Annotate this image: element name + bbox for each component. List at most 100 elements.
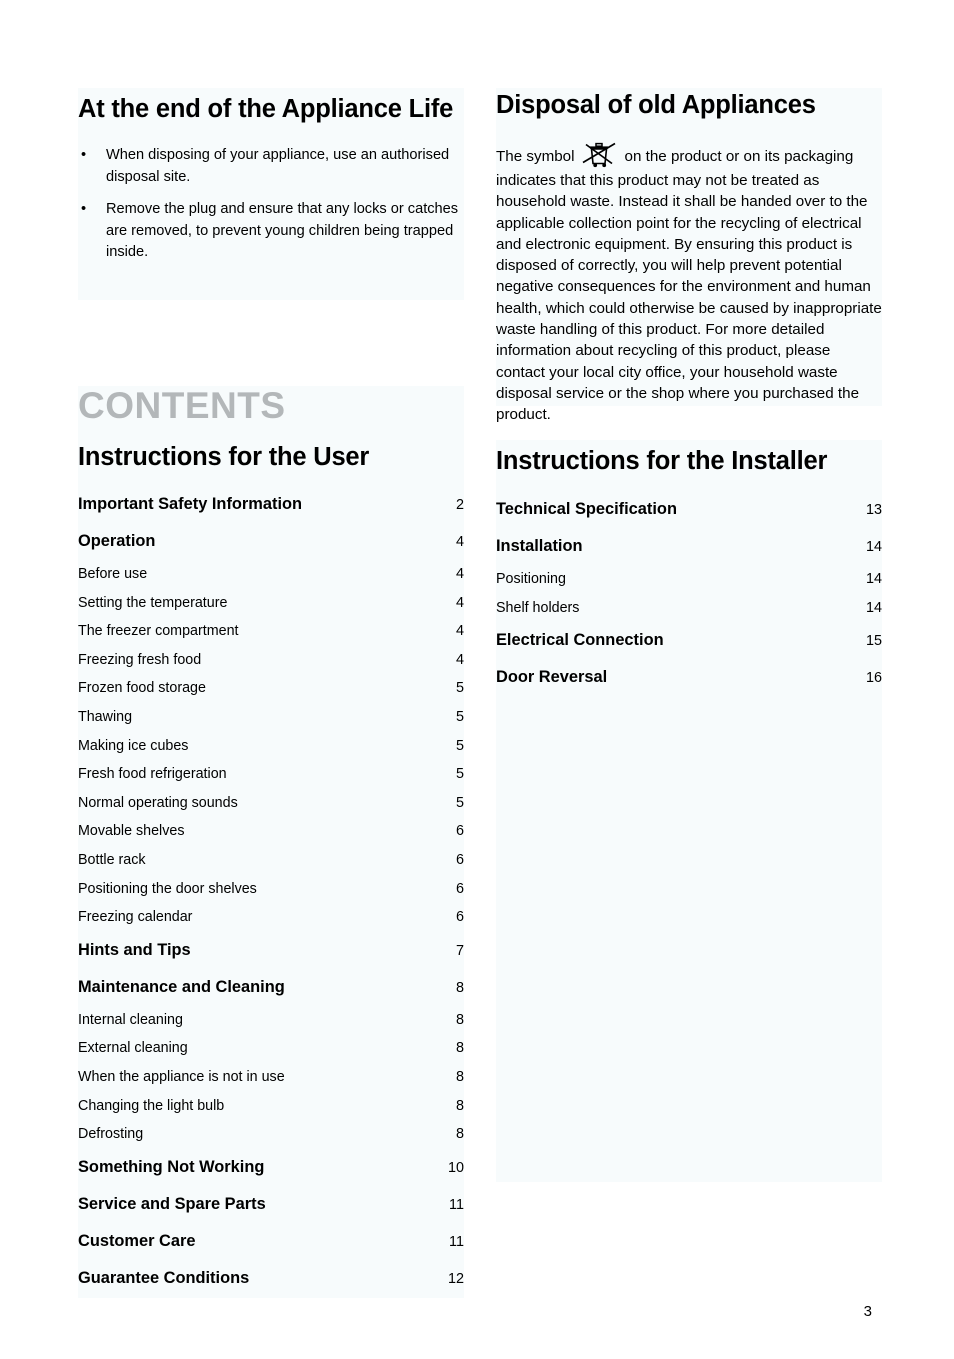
toc-row[interactable]: External cleaning 8 — [78, 1034, 464, 1063]
toc-entry-page-number: 11 — [449, 1196, 464, 1213]
toc-entry-page-number: 8 — [455, 979, 464, 996]
page-number: 3 — [863, 1303, 872, 1320]
toc-row[interactable]: Something Not Working 10 — [78, 1149, 464, 1186]
toc-entry-label: Door Reversal — [496, 668, 608, 687]
toc-row[interactable]: Positioning the door shelves 6 — [78, 875, 464, 904]
toc-row[interactable]: Freezing calendar 6 — [78, 903, 464, 932]
list-item: • When disposing of your appliance, use … — [78, 145, 464, 188]
toc-entry-page-number: 4 — [455, 623, 464, 640]
toc-row[interactable]: Hints and Tips 7 — [78, 932, 464, 969]
toc-entry-page-number: 2 — [455, 497, 464, 513]
toc-row[interactable]: Making ice cubes 5 — [78, 732, 464, 761]
toc-row[interactable]: Fresh food refrigeration 5 — [78, 760, 464, 789]
toc-entry-page-number: 11 — [449, 1233, 464, 1250]
instructions-for-the-user-heading: Instructions for the User — [78, 443, 370, 471]
toc-entry-label: Positioning — [496, 571, 566, 587]
appliance-life-title: At the end of the Appliance Life — [78, 95, 454, 123]
bullet-icon: • — [81, 201, 87, 217]
toc-row[interactable]: Shelf holders 14 — [496, 594, 882, 623]
toc-entry-page-number: 16 — [865, 670, 882, 687]
toc-row[interactable]: Service and Spare Parts 11 — [78, 1186, 464, 1223]
appliance-life-section: At the end of the Appliance Life • When … — [78, 92, 464, 275]
toc-entry-page-number: 5 — [455, 766, 464, 783]
toc-entry-label: Positioning the door shelves — [78, 880, 257, 897]
toc-row[interactable]: Thawing 5 — [78, 703, 464, 732]
toc-entry-label: External cleaning — [78, 1040, 188, 1057]
toc-entry-label: The freezer compartment — [78, 623, 239, 640]
toc-entry-page-number: 6 — [455, 880, 464, 897]
toc-entry-label: Changing the light bulb — [78, 1097, 225, 1114]
toc-entry-page-number: 8 — [455, 1068, 464, 1085]
toc-row[interactable]: Internal cleaning 8 — [78, 1006, 464, 1035]
toc-entry-page-number: 6 — [455, 823, 464, 840]
toc-entry-page-number: 6 — [455, 909, 464, 926]
toc-row[interactable]: Customer Care 11 — [78, 1223, 464, 1260]
toc-entry-page-number: 4 — [455, 651, 464, 668]
disposal-paragraph: The symbol on the product or on its pack… — [496, 140, 882, 426]
toc-row[interactable]: Bottle rack 6 — [78, 846, 464, 875]
toc-entry-label: Making ice cubes — [78, 737, 189, 754]
toc-entry-page-number: 14 — [865, 539, 882, 555]
toc-row[interactable]: Important Safety Information 2 — [78, 486, 464, 523]
toc-entry-label: Thawing — [78, 708, 133, 725]
toc-entry-label: Internal cleaning — [78, 1011, 183, 1028]
contents-section: CONTENTS Instructions for the User Impor… — [78, 386, 464, 1297]
toc-entry-label: Important Safety Information — [78, 495, 303, 513]
toc-entry-label: Operation — [78, 532, 156, 550]
list-item-text: When disposing of your appliance, use an… — [106, 147, 450, 185]
toc-entry-page-number: 7 — [455, 942, 464, 959]
list-item-text: Remove the plug and ensure that any lock… — [106, 201, 459, 260]
disposal-section: Disposal of old Appliances The symbol on… — [496, 88, 882, 426]
toc-entry-label: Service and Spare Parts — [78, 1194, 266, 1213]
toc-entry-label: Installation — [496, 537, 583, 555]
toc-entry-page-number: 12 — [447, 1270, 464, 1287]
toc-row[interactable]: Before use 4 — [78, 560, 464, 589]
toc-row[interactable]: Door Reversal 16 — [496, 659, 882, 696]
toc-entry-label: Something Not Working — [78, 1157, 265, 1176]
toc-entry-label: Frozen food storage — [78, 680, 206, 697]
toc-entry-page-number: 15 — [865, 633, 882, 650]
toc-entry-label: Freezing calendar — [78, 909, 193, 926]
toc-row[interactable]: Movable shelves 6 — [78, 817, 464, 846]
instructions-for-the-installer-heading: Instructions for the Installer — [496, 447, 828, 475]
toc-row[interactable]: Installation 14 — [496, 528, 882, 565]
toc-row[interactable]: Changing the light bulb 8 — [78, 1092, 464, 1121]
toc-entry-page-number: 6 — [455, 851, 464, 868]
toc-row[interactable]: Technical Specification 13 — [496, 491, 882, 528]
toc-row[interactable]: Setting the temperature 4 — [78, 589, 464, 618]
toc-row[interactable]: When the appliance is not in use 8 — [78, 1063, 464, 1092]
table-of-contents-installer: Technical Specification 13 Installation 14 P… — [496, 491, 882, 696]
toc-row[interactable]: Electrical Connection 15 — [496, 622, 882, 659]
toc-entry-label: When the appliance is not in use — [78, 1068, 285, 1085]
toc-row[interactable]: Operation 4 — [78, 523, 464, 560]
toc-entry-label: Movable shelves — [78, 823, 185, 840]
toc-entry-page-number: 8 — [455, 1011, 464, 1028]
toc-entry-label: Shelf holders — [496, 599, 580, 616]
toc-entry-page-number: 4 — [455, 566, 464, 582]
toc-row[interactable]: Maintenance and Cleaning 8 — [78, 969, 464, 1006]
toc-entry-label: Maintenance and Cleaning — [78, 977, 285, 996]
toc-entry-label: Electrical Connection — [496, 631, 664, 650]
toc-entry-label: Technical Specification — [496, 500, 677, 518]
toc-entry-label: Setting the temperature — [78, 594, 228, 611]
list-item: • Remove the plug and ensure that any lo… — [78, 199, 464, 264]
toc-entry-label: Freezing fresh food — [78, 651, 202, 668]
toc-entry-page-number: 10 — [447, 1159, 464, 1176]
toc-row[interactable]: The freezer compartment 4 — [78, 617, 464, 646]
toc-entry-label: Fresh food refrigeration — [78, 766, 227, 783]
toc-row[interactable]: Frozen food storage 5 — [78, 674, 464, 703]
toc-entry-label: Customer Care — [78, 1231, 196, 1250]
toc-row[interactable]: Defrosting 8 — [78, 1120, 464, 1149]
toc-row[interactable]: Normal operating sounds 5 — [78, 789, 464, 818]
toc-row[interactable]: Freezing fresh food 4 — [78, 646, 464, 675]
disposal-title: Disposal of old Appliances — [496, 91, 816, 119]
toc-entry-page-number: 8 — [455, 1126, 464, 1143]
disposal-text-before-icon: The symbol — [496, 148, 575, 165]
disposal-text-after-icon: on the product or on its packaging indic… — [496, 148, 882, 424]
toc-entry-page-number: 5 — [455, 680, 464, 697]
toc-entry-page-number: 14 — [865, 571, 882, 587]
toc-row[interactable]: Guarantee Conditions 12 — [78, 1260, 464, 1297]
toc-entry-page-number: 5 — [455, 708, 464, 725]
toc-entry-page-number: 8 — [455, 1040, 464, 1057]
toc-row[interactable]: Positioning 14 — [496, 565, 882, 594]
